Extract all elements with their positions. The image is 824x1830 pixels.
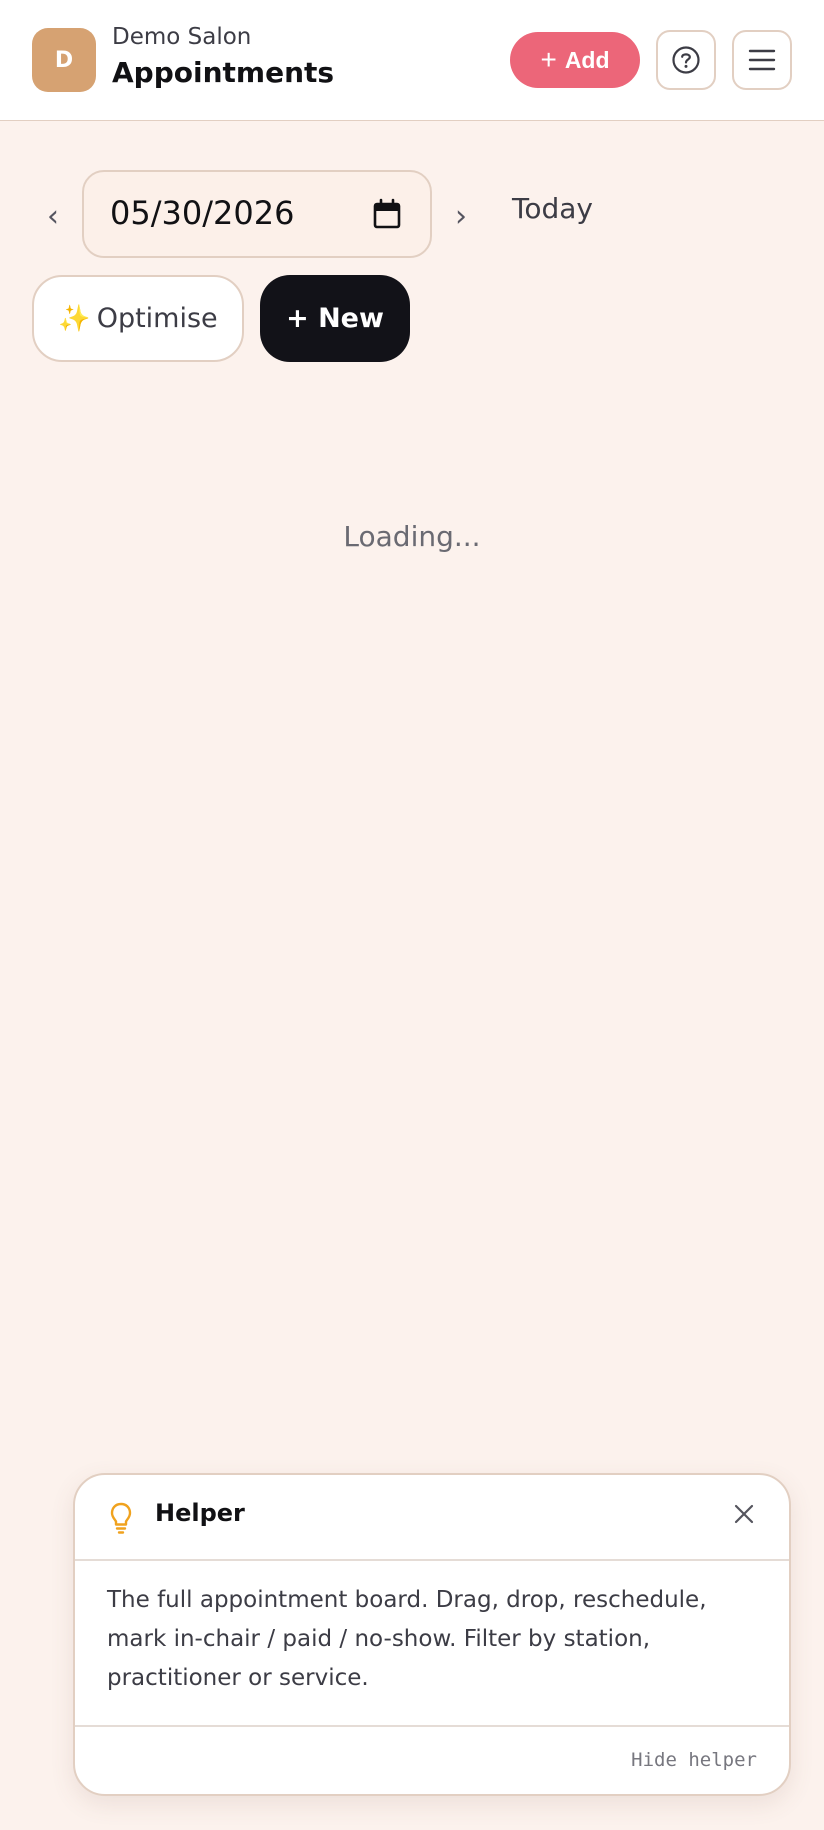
salon-name: Demo Salon xyxy=(112,24,252,50)
new-appointment-button[interactable]: + New xyxy=(260,275,410,362)
optimise-button[interactable]: ✨ Optimise xyxy=(32,275,244,362)
menu-button[interactable] xyxy=(732,30,792,90)
optimise-button-label: Optimise xyxy=(96,303,218,334)
question-circle-icon xyxy=(672,46,700,74)
helper-title: Helper xyxy=(155,1499,245,1527)
add-button-label: Add xyxy=(564,46,610,73)
helper-footer: Hide helper xyxy=(75,1725,789,1794)
plus-icon: + xyxy=(540,44,557,75)
add-button[interactable]: + Add xyxy=(510,32,640,88)
page-title: Appointments xyxy=(112,56,335,89)
previous-day-button[interactable]: ‹ xyxy=(38,196,68,236)
helper-header: Helper xyxy=(75,1475,789,1561)
loading-indicator: Loading... xyxy=(343,520,481,553)
calendar-icon[interactable] xyxy=(372,198,402,230)
date-input[interactable]: 05/30/2026 xyxy=(82,170,432,258)
salon-avatar[interactable]: D xyxy=(32,28,96,92)
helper-panel: Helper The full appointment board. Drag,… xyxy=(73,1473,791,1796)
close-icon[interactable] xyxy=(731,1501,757,1527)
next-day-button[interactable]: › xyxy=(446,196,476,236)
hamburger-menu-icon xyxy=(748,49,776,71)
help-button[interactable] xyxy=(656,30,716,90)
lightbulb-icon xyxy=(110,1502,132,1534)
today-button[interactable]: Today xyxy=(512,192,593,225)
hide-helper-button[interactable]: Hide helper xyxy=(631,1749,757,1771)
helper-body-text: The full appointment board. Drag, drop, … xyxy=(107,1587,707,1691)
sparkles-icon: ✨ xyxy=(58,303,91,334)
app-header: D Demo Salon Appointments + Add xyxy=(0,0,824,121)
date-input-value: 05/30/2026 xyxy=(110,194,295,232)
